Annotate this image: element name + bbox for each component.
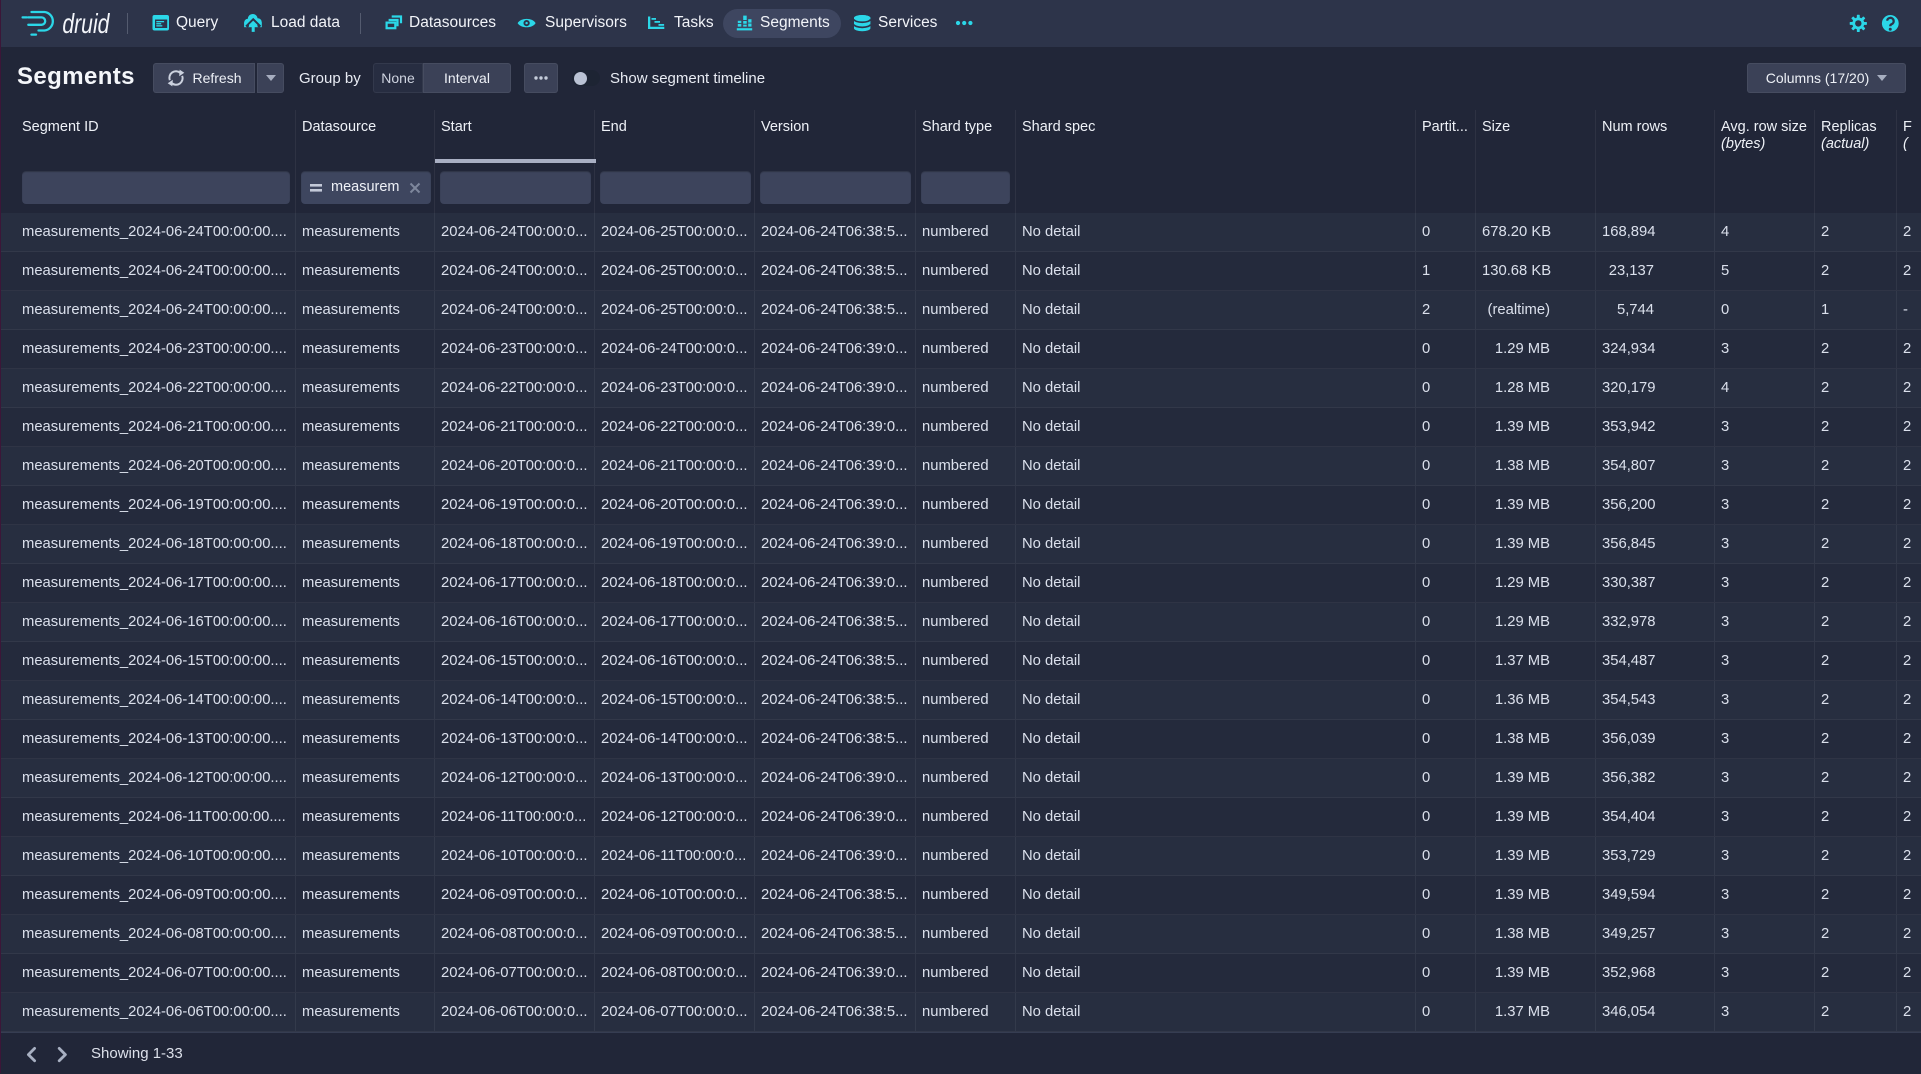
svg-text:druid: druid	[62, 10, 110, 40]
